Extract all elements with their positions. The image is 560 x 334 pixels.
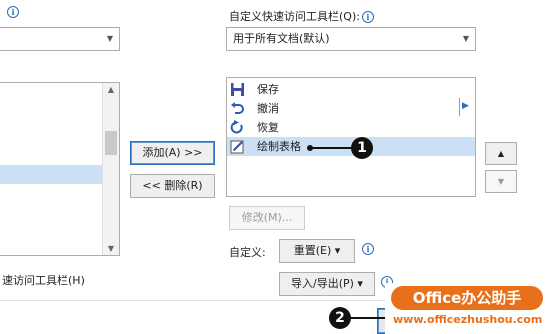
scroll-up-icon[interactable]: ▲: [103, 85, 119, 94]
watermark-brand: Office办公助手: [391, 286, 543, 310]
add-button[interactable]: 添加(A) >>: [130, 141, 215, 165]
reset-button[interactable]: 重置(E) ▾: [279, 239, 355, 263]
chevron-down-icon: ▼: [106, 34, 113, 43]
scroll-down-icon[interactable]: ▼: [103, 244, 119, 253]
remove-button[interactable]: << 删除(R): [130, 174, 215, 198]
left-list-scrollbar[interactable]: ▲ ▼: [102, 83, 119, 255]
qat-commands-list[interactable]: 保存 撤消 恢复 绘制表格 ▶: [226, 77, 476, 197]
redo-icon: [230, 120, 243, 134]
move-down-button[interactable]: ▼: [485, 170, 517, 193]
divider: [459, 98, 460, 116]
qat-label-text: 自定义快速访问工具栏(Q):: [229, 10, 360, 23]
undo-icon: [231, 102, 244, 114]
qat-scope-value: 用于所有文档(默认): [233, 32, 330, 45]
watermark: Office办公助手 www.officezhushou.com: [385, 283, 560, 334]
chevron-down-icon: ▼: [462, 34, 469, 43]
left-bottom-label: 速访问工具栏(H): [2, 274, 85, 287]
list-item-label: 保存: [257, 83, 279, 96]
selected-command-row[interactable]: [0, 165, 102, 184]
modify-button[interactable]: 修改(M)...: [229, 206, 305, 230]
list-item[interactable]: 恢复: [227, 118, 475, 137]
list-item[interactable]: 保存: [227, 80, 475, 99]
list-item-label: 绘制表格: [257, 140, 301, 153]
qat-label: 自定义快速访问工具栏(Q): i: [229, 8, 374, 24]
left-commands-dropdown[interactable]: ▼: [0, 27, 120, 51]
scrollbar-thumb[interactable]: [105, 131, 117, 155]
save-icon: [231, 83, 244, 96]
available-commands-list[interactable]: ▲ ▼: [0, 82, 120, 256]
callout-badge-1: 1: [351, 137, 373, 159]
move-up-button[interactable]: ▲: [485, 142, 517, 165]
info-icon[interactable]: i: [362, 243, 374, 255]
import-export-button[interactable]: 导入/导出(P) ▾: [279, 272, 375, 296]
draw-table-icon: [230, 140, 244, 154]
info-icon[interactable]: i: [7, 6, 19, 18]
info-icon[interactable]: i: [361, 11, 374, 23]
callout-badge-2: 2: [329, 307, 351, 329]
qat-scope-dropdown[interactable]: 用于所有文档(默认) ▼: [226, 27, 476, 51]
list-item-label: 恢复: [257, 121, 279, 134]
list-item[interactable]: 撤消: [227, 99, 475, 118]
watermark-url: www.officezhushou.com: [393, 313, 543, 326]
customize-label: 自定义:: [229, 246, 266, 259]
chevron-right-icon[interactable]: ▶: [462, 101, 469, 111]
list-item-label: 撤消: [257, 102, 279, 115]
